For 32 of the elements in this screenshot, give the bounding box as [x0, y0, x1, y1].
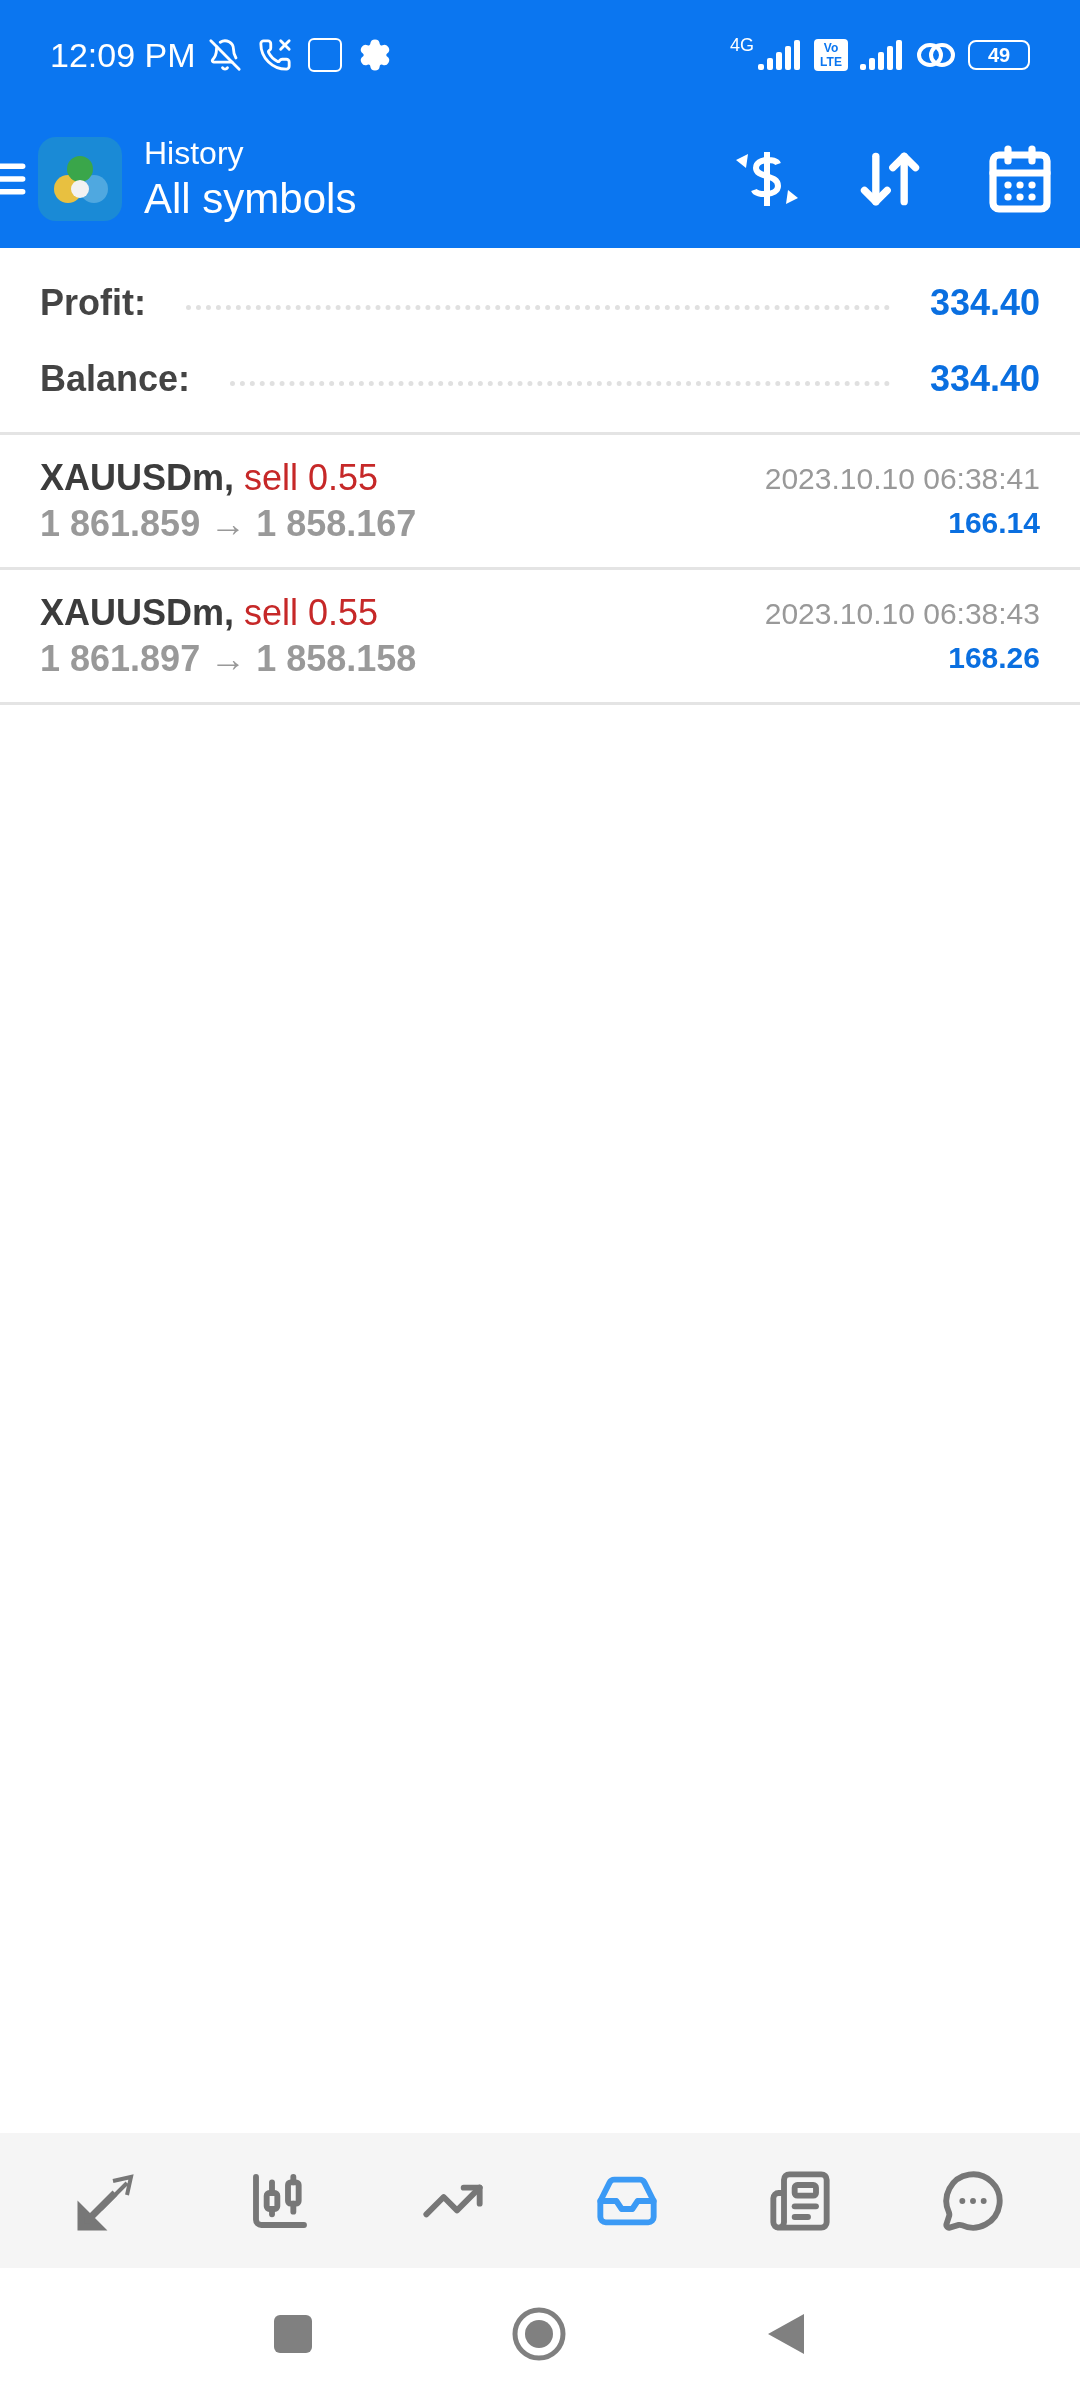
symbol-filter[interactable]: All symbols: [144, 173, 357, 225]
deal-row[interactable]: XAUUSDm, sell 0.55 1 861.859 → 1 858.167 2023.10.10 06:38:41 166.14: [0, 435, 1080, 570]
battery-icon: 49: [968, 40, 1030, 70]
summary-label: Profit:: [40, 281, 146, 325]
newspaper-icon: [767, 2168, 832, 2233]
muted-bell-icon: [207, 38, 242, 72]
deal-type: sell 0.55: [244, 456, 379, 500]
deal-symbol: XAUUSDm,: [40, 591, 235, 635]
signal-icon: [860, 40, 904, 70]
back-button[interactable]: [766, 2312, 806, 2356]
summary-value: 334.40: [929, 357, 1040, 401]
deal-profit: 168.26: [948, 640, 1040, 676]
deal-prices: 1 861.859 → 1 858.167: [40, 502, 417, 546]
signal-icon: [758, 40, 802, 70]
recents-button[interactable]: [274, 2315, 312, 2353]
deal-symbol: XAUUSDm,: [40, 456, 235, 500]
deal-time: 2023.10.10 06:38:43: [764, 596, 1040, 632]
home-button[interactable]: [512, 2307, 566, 2361]
deal-profit: 166.14: [948, 505, 1040, 541]
summary-value: 334.40: [929, 281, 1040, 325]
deal-row[interactable]: XAUUSDm, sell 0.55 1 861.897 → 1 858.158 2023.10.10 06:38:43 168.26: [0, 570, 1080, 705]
screen-title: History: [144, 134, 245, 173]
chat-icon: [941, 2168, 1006, 2233]
deal-type: sell 0.55: [244, 591, 379, 635]
deal-prices: 1 861.897 → 1 858.158: [40, 637, 417, 681]
app-logo-icon: [38, 137, 122, 221]
network-type: 4G: [730, 34, 754, 57]
summary-label: Balance:: [40, 357, 191, 401]
missed-call-icon: [257, 38, 292, 72]
volte-icon: Vo LTE: [814, 39, 848, 71]
deal-time: 2023.10.10 06:38:41: [764, 461, 1040, 497]
clock: 12:09 PM: [50, 34, 196, 76]
